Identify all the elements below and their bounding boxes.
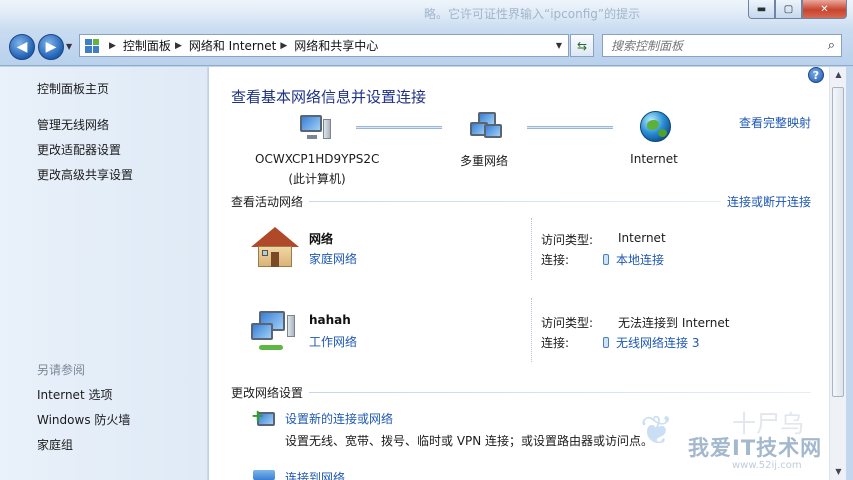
close-button[interactable]: ✕	[802, 0, 847, 19]
setup-connection-description: 设置无线、宽带、拨号、临时或 VPN 连接；或设置路由器或访问点。	[285, 434, 654, 448]
ethernet-icon	[603, 254, 609, 265]
chevron-down-icon[interactable]: ▼	[556, 41, 562, 50]
breadcrumb-network-internet[interactable]: 网络和 Internet	[189, 37, 276, 54]
connection-line	[527, 126, 613, 129]
connect-network-icon[interactable]	[253, 470, 275, 480]
left-pane: 控制面板主页 管理无线网络 更改适配器设置 更改高级共享设置 另请参阅 Inte…	[0, 67, 208, 480]
sidebar-item-control-panel-home[interactable]: 控制面板主页	[37, 80, 109, 97]
network-type-link[interactable]: 工作网络	[309, 333, 357, 350]
connect-disconnect-link[interactable]: 连接或断开连接	[727, 193, 811, 210]
search-icon[interactable]: ⌕	[828, 38, 835, 53]
local-connection-link[interactable]: 本地连接	[603, 251, 664, 268]
multiple-networks-label: 多重网络	[459, 154, 508, 168]
breadcrumb-network-sharing-center[interactable]: 网络和共享中心	[294, 37, 378, 54]
chevron-right-icon[interactable]: ▶	[280, 41, 287, 51]
scrollbar-thumb[interactable]	[832, 87, 844, 397]
breadcrumb-control-panel[interactable]: 控制面板	[123, 37, 171, 54]
this-computer-label: (此计算机)	[288, 172, 346, 186]
network-type-link[interactable]: 家庭网络	[309, 250, 357, 267]
multiple-networks-icon	[470, 112, 504, 142]
search-box[interactable]: ⌕	[602, 34, 842, 57]
connection-name: 无线网络连接 3	[616, 336, 700, 350]
wireless-connection-link[interactable]: 无线网络连接 3	[603, 334, 699, 351]
wireless-icon	[603, 337, 609, 348]
watermark-brand: 我爱IT技术网	[688, 436, 823, 460]
new-connection-icon[interactable]: +	[251, 408, 277, 431]
see-also-heading: 另请参阅	[37, 363, 86, 377]
vertical-divider	[531, 298, 532, 362]
sidebar-item-homegroup[interactable]: 家庭组	[37, 436, 73, 453]
access-type-label: 访问类型:	[541, 233, 594, 247]
vertical-scrollbar[interactable]: ▲ ▼	[829, 67, 846, 480]
maximize-button[interactable]: ▢	[775, 0, 802, 19]
search-input[interactable]	[603, 38, 813, 53]
network-name: 网络	[309, 232, 334, 246]
sidebar-item-change-adapter[interactable]: 更改适配器设置	[37, 141, 121, 158]
connection-label: 连接:	[541, 336, 570, 350]
sidebar-item-internet-options[interactable]: Internet 选项	[37, 386, 112, 403]
chevron-right-icon[interactable]: ▶	[175, 41, 182, 51]
work-network-icon[interactable]	[249, 309, 299, 353]
connection-label: 连接:	[541, 253, 570, 267]
access-type-value: 无法连接到 Internet	[618, 316, 730, 330]
connection-line	[356, 126, 442, 129]
access-type-value: Internet	[618, 231, 666, 245]
recent-pages-dropdown[interactable]: ▼	[66, 42, 72, 51]
sidebar-item-advanced-sharing[interactable]: 更改高级共享设置	[37, 166, 133, 183]
vertical-divider	[531, 218, 532, 280]
sidebar-item-manage-wireless[interactable]: 管理无线网络	[37, 116, 109, 133]
computer-name-label: OCWXCP1HD9YPS2C	[255, 152, 380, 166]
refresh-icon: ⇆	[576, 38, 588, 53]
connection-name: 本地连接	[616, 253, 665, 267]
arrow-right-icon: ▶	[45, 39, 57, 55]
connect-to-network-link[interactable]: 连接到网络	[285, 469, 355, 480]
scroll-up-icon[interactable]: ▲	[830, 70, 847, 79]
back-button[interactable]: ◀	[9, 34, 35, 60]
address-bar[interactable]: ▶ 控制面板 ▶ 网络和 Internet ▶ 网络和共享中心 ▼	[79, 34, 569, 57]
forward-button[interactable]: ▶	[38, 34, 64, 60]
refresh-button[interactable]: ⇆	[570, 34, 594, 57]
internet-label: Internet	[630, 152, 678, 166]
chevron-right-icon[interactable]: ▶	[109, 41, 116, 51]
window-frame-right	[846, 67, 853, 480]
wing-logo-icon: ❦	[640, 408, 674, 454]
background-window-text: 略。它许可证性界输入“ipconfig”的提示	[424, 7, 641, 21]
control-panel-icon	[85, 38, 99, 53]
watermark-url: www.52ij.com	[732, 460, 802, 471]
internet-globe-icon	[640, 111, 671, 142]
home-network-icon[interactable]	[251, 227, 299, 269]
sidebar-item-windows-firewall[interactable]: Windows 防火墙	[37, 411, 130, 428]
view-full-map-link[interactable]: 查看完整映射	[739, 114, 811, 131]
computer-icon	[298, 113, 332, 143]
window-chrome: 略。它许可证性界输入“ipconfig”的提示 ▬ ▢ ✕ ◀ ▶ ▼ ▶ 控制…	[0, 0, 853, 66]
help-icon[interactable]: ?	[808, 67, 824, 83]
scroll-down-icon[interactable]: ▼	[830, 467, 847, 476]
arrow-left-icon: ◀	[16, 39, 28, 55]
active-networks-heading: 查看活动网络	[231, 193, 310, 210]
watermark: 十尸乌 ❦ 我爱IT技术网 www.52ij.com	[640, 404, 830, 480]
access-type-label: 访问类型:	[541, 316, 594, 330]
setup-new-connection-link[interactable]: 设置新的连接或网络	[285, 410, 393, 427]
window-controls: ▬ ▢ ✕	[748, 0, 847, 19]
network-name: hahah	[309, 313, 351, 327]
change-settings-heading: 更改网络设置	[231, 384, 310, 401]
page-title: 查看基本网络信息并设置连接	[231, 88, 427, 106]
minimize-button[interactable]: ▬	[748, 0, 775, 19]
section-divider	[231, 392, 811, 393]
